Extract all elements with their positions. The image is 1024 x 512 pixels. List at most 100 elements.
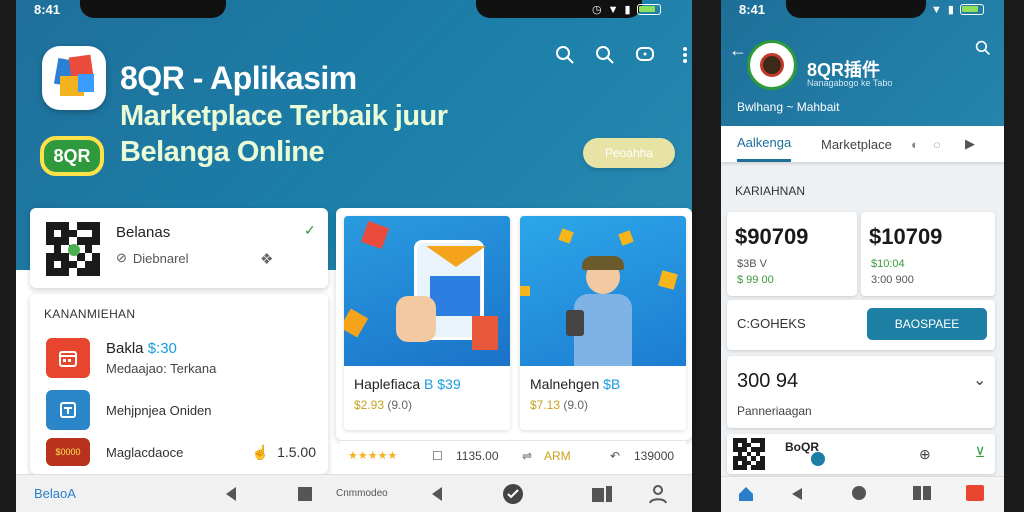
store-avatar <box>747 40 797 90</box>
hero-title-line: Belanga Online <box>120 136 325 169</box>
back-icon[interactable]: ↶ <box>610 449 620 463</box>
amount-card[interactable]: 300 94 ⌄ Panneriaagan <box>727 356 995 428</box>
list-item[interactable]: Mehjpnjea Oniden <box>46 390 212 430</box>
product-image <box>344 216 510 366</box>
chat-icon[interactable]: ☐ <box>432 449 443 463</box>
chevron-down-icon[interactable]: ⌄ <box>973 370 986 390</box>
qr-code <box>733 438 765 470</box>
play-icon[interactable]: ▶ <box>965 126 975 162</box>
phone-illustration <box>566 310 584 336</box>
mini-card[interactable]: BoQR ⊕ ⊻ <box>727 434 995 474</box>
qr-center-dot <box>68 244 80 256</box>
product-card[interactable]: Malnehgen $B $7.13 (9.0) <box>520 216 686 430</box>
collapse-icon[interactable]: ⊻ <box>975 444 985 461</box>
location-icon <box>811 452 825 466</box>
grid-icon[interactable]: ❖ <box>260 250 273 268</box>
product-card[interactable]: Haplefiaca B $39 $2.93 (9.0) <box>344 216 510 430</box>
phone-notch <box>786 0 926 18</box>
amount-value: 300 94 <box>737 370 799 392</box>
nav-home[interactable]: BelaoA <box>34 486 76 501</box>
back-arrow-icon[interactable]: ← <box>729 40 747 61</box>
recents-icon[interactable] <box>913 486 931 505</box>
product-price: $7.13 <box>530 398 561 412</box>
download-icon[interactable]: ⊕ <box>919 446 931 463</box>
phone-marketplace-detail: 8:41 ▼ ▮ ← 8QR插件 Nanagabogo ke Tabo Bwlh… <box>700 0 1024 512</box>
confetti <box>558 228 574 244</box>
back-nav-icon[interactable] <box>224 486 238 502</box>
card-icon: $0000 <box>46 438 90 466</box>
status-icons: ◷ ▼ ▮ <box>592 3 661 16</box>
cap-illustration <box>582 256 624 270</box>
refresh-icon[interactable]: ○ <box>933 126 941 162</box>
screenshot-canvas: 8:41 ◷ ▼ ▮ 8QR 8QR - Aplikasim Marketpla… <box>0 0 1024 512</box>
confetti <box>618 230 634 246</box>
cta-button[interactable]: BAOSPAEE <box>867 308 987 340</box>
section-title: KARIAHNAN <box>735 184 806 198</box>
phone-bezel <box>692 0 700 512</box>
list-item-value: 1.5.00 <box>277 444 316 460</box>
store-subtitle: Bwlhang ~ Mahbait <box>737 100 840 114</box>
amount-label: Panneriaagan <box>737 404 812 418</box>
price-line: $ 99 00 <box>737 274 774 286</box>
list-item-text: Bakla $:30 Medaajao: Terkana <box>106 340 216 376</box>
like-icon[interactable]: ☝ <box>252 444 269 461</box>
battery-icon <box>636 4 661 15</box>
price-card[interactable]: $90709 $3B V $ 99 00 <box>727 212 857 296</box>
list-item[interactable]: Bakla $:30 Medaajao: Terkana <box>46 338 216 378</box>
qr-card[interactable]: Belanas ⊘ Diebnarel ✓ ❖ <box>30 208 328 288</box>
home-nav-icon[interactable] <box>298 486 312 501</box>
battery-icon <box>959 4 984 15</box>
product-price-row: $2.93 (9.0) <box>344 392 510 412</box>
price-card[interactable]: $10709 $10:04 3:00 900 <box>861 212 995 296</box>
filter-icon[interactable]: ◐ <box>911 126 919 162</box>
product-count: (9.0) <box>387 398 413 412</box>
product-price-row: $7.13 (9.0) <box>520 392 686 412</box>
hero-title: 8QR - Aplikasim Marketplace Terbaik juur… <box>120 58 540 171</box>
tab-aalkenga[interactable]: Aalkenga <box>737 126 792 162</box>
hero-title-line: 8QR - Aplikasim <box>120 60 357 96</box>
store-nav-icon[interactable] <box>965 484 985 507</box>
recents-icon[interactable] <box>592 485 614 502</box>
price-line: $3B V <box>737 258 767 270</box>
calendar-icon <box>46 338 90 378</box>
confetti <box>658 270 678 290</box>
promo-button[interactable]: Peoahha <box>583 138 675 168</box>
card-chip: $0000 <box>55 447 81 457</box>
cube-icon <box>78 74 94 92</box>
home-button-icon[interactable] <box>851 485 867 506</box>
rating-tag: ARM <box>544 448 571 463</box>
check-circle-icon[interactable] <box>502 483 524 505</box>
alarm-icon: ◷ <box>592 4 602 16</box>
list-item[interactable]: $0000 Maglacdaoce ☝ 1.5.00 <box>46 438 316 466</box>
box-illustration <box>430 276 480 316</box>
cube-icon <box>344 308 369 338</box>
phone-marketplace-home: 8:41 ◷ ▼ ▮ 8QR 8QR - Aplikasim Marketpla… <box>0 0 700 512</box>
check-icon: ✓ <box>304 222 316 238</box>
signal-icon: ▮ <box>624 4 631 16</box>
home-nav-icon[interactable] <box>737 485 755 508</box>
rating-value: 139000 <box>634 448 675 463</box>
price-value: $90709 <box>735 224 809 249</box>
back-nav-icon[interactable] <box>791 487 803 506</box>
search-icon[interactable] <box>592 42 618 68</box>
product-title: Malnehgen <box>530 376 600 392</box>
back-nav-icon[interactable] <box>430 486 444 502</box>
cube-icon <box>360 220 390 250</box>
share-icon[interactable]: ⇌ <box>522 449 532 463</box>
chat-icon[interactable] <box>632 42 658 68</box>
search-icon[interactable] <box>975 40 991 61</box>
hand-illustration <box>396 296 436 342</box>
wifi-icon: ▼ <box>931 3 942 16</box>
more-vert-icon[interactable] <box>672 42 698 68</box>
avatar-mark <box>760 53 784 77</box>
search-icon[interactable] <box>552 42 578 68</box>
tab-marketplace[interactable]: Marketplace <box>821 126 892 162</box>
phone-notch <box>80 0 226 18</box>
bottom-nav: BelaoA Cnmmodeo <box>16 474 692 512</box>
list-item-sublabel: Medaajao: Terkana <box>106 361 217 376</box>
nav-label[interactable]: Cnmmodeo <box>336 488 388 499</box>
signal-icon: ▮ <box>947 4 954 16</box>
product-image <box>520 216 686 366</box>
profile-icon[interactable] <box>648 484 668 504</box>
list-item-label: Bakla <box>106 340 144 357</box>
